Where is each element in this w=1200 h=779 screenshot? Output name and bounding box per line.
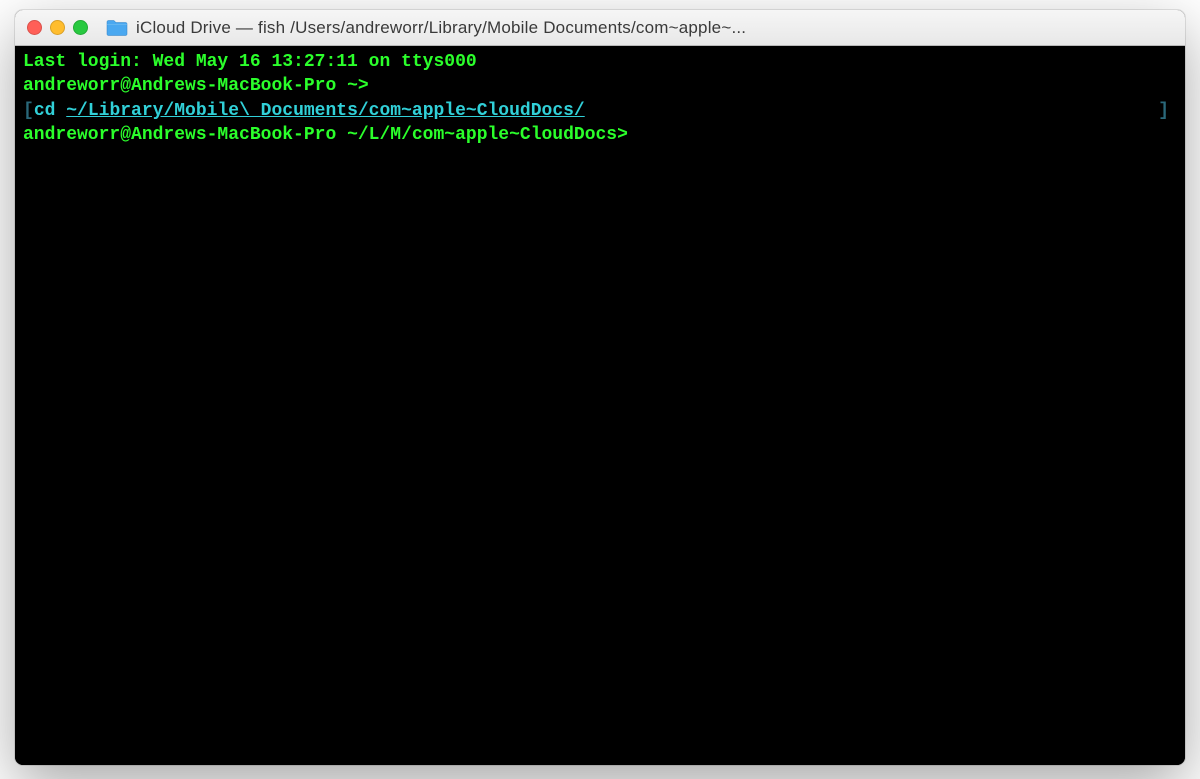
minimize-button[interactable] [50, 20, 65, 35]
cmd-right-bracket: ] [1158, 99, 1169, 123]
last-login-line: Last login: Wed May 16 13:27:11 on ttys0… [23, 50, 1177, 74]
maximize-button[interactable] [73, 20, 88, 35]
title-content: iCloud Drive — fish /Users/andreworr/Lib… [106, 18, 1173, 38]
prompt2-user: andreworr@Andrews-MacBook-Pro [23, 125, 336, 145]
traffic-lights [27, 20, 88, 35]
prompt2-path: ~/L/M/com~apple~CloudDocs> [336, 125, 638, 145]
cd-path: ~/Library/Mobile\ Documents/com~apple~Cl… [66, 101, 584, 121]
cmd-space [55, 101, 66, 121]
prompt-line-2: andreworr@Andrews-MacBook-Pro ~/L/M/com~… [23, 123, 1177, 147]
close-button[interactable] [27, 20, 42, 35]
cmd-left-bracket: [ [23, 101, 34, 121]
window-title: iCloud Drive — fish /Users/andreworr/Lib… [136, 18, 746, 38]
prompt1-path: ~> [336, 76, 379, 96]
prompt1-user: andreworr@Andrews-MacBook-Pro [23, 76, 336, 96]
terminal-body[interactable]: Last login: Wed May 16 13:27:11 on ttys0… [15, 46, 1185, 765]
terminal-window: iCloud Drive — fish /Users/andreworr/Lib… [15, 10, 1185, 765]
command-line: [cd ~/Library/Mobile\ Documents/com~appl… [23, 99, 1177, 123]
prompt-line-1: andreworr@Andrews-MacBook-Pro ~> [23, 74, 1177, 98]
last-login-text: Last login: Wed May 16 13:27:11 on ttys0… [23, 52, 477, 72]
cd-command: cd [34, 101, 56, 121]
window-titlebar[interactable]: iCloud Drive — fish /Users/andreworr/Lib… [15, 10, 1185, 46]
folder-icon [106, 19, 128, 37]
